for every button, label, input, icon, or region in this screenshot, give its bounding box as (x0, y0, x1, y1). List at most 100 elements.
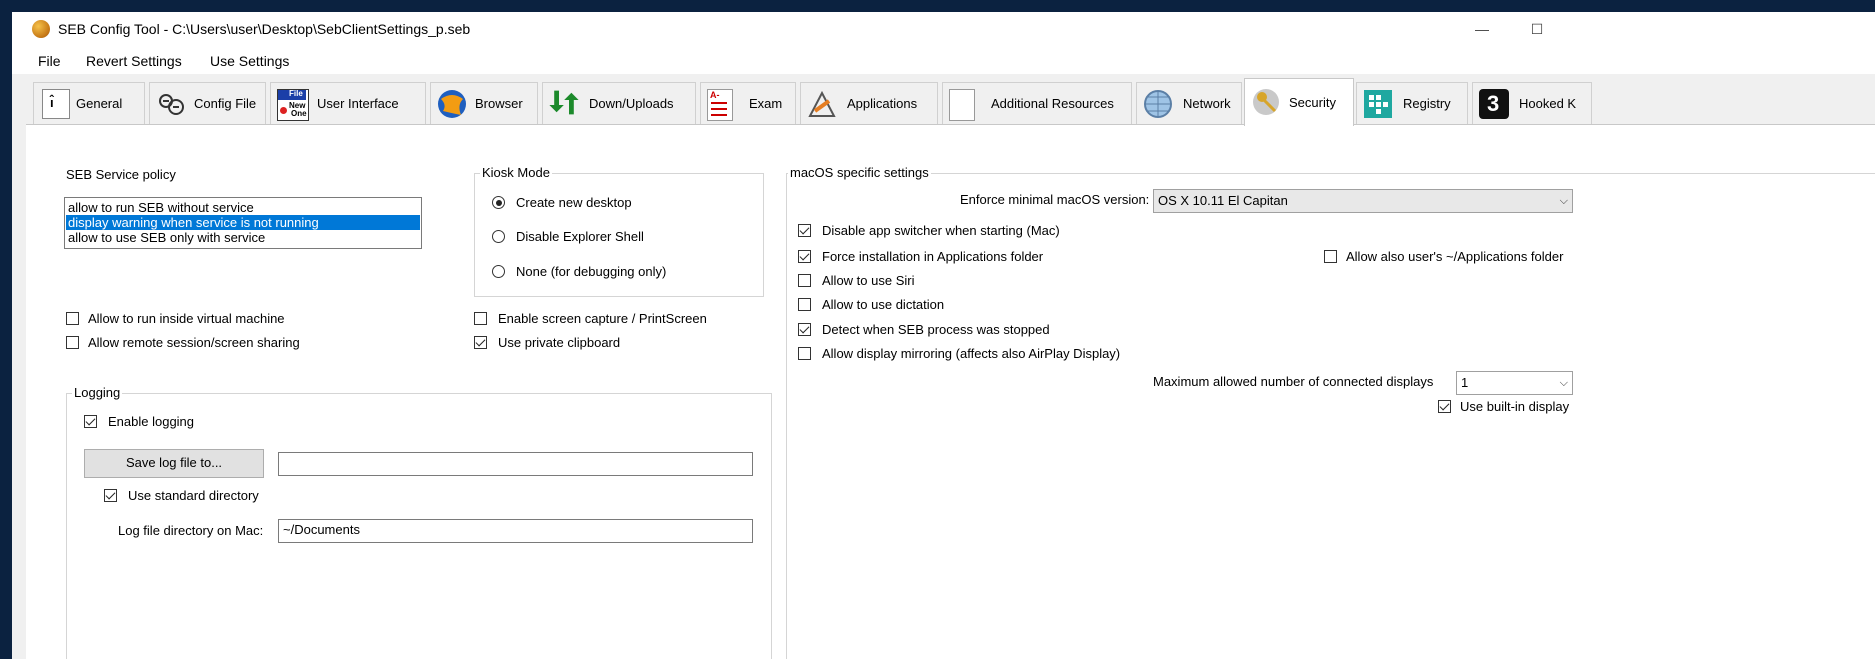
chevron-down-icon: ⌵ (1559, 195, 1568, 207)
max-displays-label: Maximum allowed number of connected disp… (1153, 374, 1434, 389)
kiosk-mode-title: Kiosk Mode (480, 165, 552, 180)
hooked-keys-icon: 3 (1479, 89, 1509, 119)
tab-browser[interactable]: Browser (430, 82, 538, 124)
tab-browser-label: Browser (475, 96, 523, 111)
screen-capture-label: Enable screen capture / PrintScreen (498, 311, 707, 326)
siri-label: Allow to use Siri (822, 273, 915, 288)
minimize-button[interactable]: — (1462, 18, 1502, 40)
tab-hooked-keys[interactable]: 3 Hooked K (1472, 82, 1592, 124)
kiosk-none-radio[interactable] (492, 265, 505, 278)
network-globe-icon (1144, 90, 1172, 118)
detect-stopped-label: Detect when SEB process was stopped (822, 322, 1050, 337)
kiosk-disable-explorer-label: Disable Explorer Shell (516, 229, 644, 244)
screen-capture-checkbox[interactable] (474, 312, 487, 325)
tab-down-uploads-label: Down/Uploads (589, 96, 674, 111)
tab-config-file-label: Config File (194, 96, 257, 111)
display-mirroring-checkbox[interactable] (798, 347, 811, 360)
config-file-icon (159, 94, 184, 115)
siri-checkbox[interactable] (798, 274, 811, 287)
menu-use-settings[interactable]: Use Settings (210, 53, 289, 69)
general-icon: ı̂ (42, 89, 70, 119)
down-up-arrows-icon (549, 90, 579, 115)
window-title: SEB Config Tool - C:\Users\user\Desktop\… (58, 21, 471, 37)
kiosk-create-desktop-radio[interactable] (492, 196, 505, 209)
tab-security-label: Security (1289, 95, 1336, 110)
min-macos-version-select[interactable]: OS X 10.11 El Capitan ⌵ (1153, 189, 1573, 213)
display-mirroring-label: Allow display mirroring (affects also Ai… (822, 346, 1121, 361)
ui-icon-bot: One (291, 109, 307, 118)
service-policy-listbox[interactable]: allow to run SEB without service display… (64, 197, 422, 249)
enable-logging-label: Enable logging (108, 414, 195, 429)
force-install-checkbox[interactable] (798, 250, 811, 263)
min-version-label: Enforce minimal macOS version: (960, 192, 1150, 207)
app-switcher-checkbox[interactable] (798, 224, 811, 237)
tab-exam-label: Exam (749, 96, 783, 111)
chevron-down-icon: ⌵ (1559, 377, 1568, 389)
virtual-machine-label: Allow to run inside virtual machine (88, 311, 285, 326)
tab-registry[interactable]: Registry (1356, 82, 1468, 124)
ui-icon-top: File (289, 89, 303, 98)
service-policy-title: SEB Service policy (66, 167, 176, 182)
user-apps-folder-checkbox[interactable] (1324, 250, 1337, 263)
kiosk-disable-explorer-radio[interactable] (492, 230, 505, 243)
standard-directory-label: Use standard directory (128, 488, 259, 503)
tab-additional-resources[interactable]: Additional Resources (942, 82, 1132, 124)
tab-registry-label: Registry (1403, 96, 1451, 111)
detect-stopped-checkbox[interactable] (798, 323, 811, 336)
menu-file[interactable]: File (38, 53, 61, 69)
remote-session-checkbox[interactable] (66, 336, 79, 349)
service-policy-option-selected[interactable]: display warning when service is not runn… (66, 215, 420, 230)
max-displays-select[interactable]: 1 ⌵ (1456, 371, 1573, 395)
tab-applications-label: Applications (847, 96, 918, 111)
tab-hooked-keys-label: Hooked K (1519, 96, 1577, 111)
security-keys-icon (1253, 89, 1279, 115)
mac-log-dir-label: Log file directory on Mac: (118, 523, 264, 538)
tab-exam[interactable]: A- Exam (700, 82, 796, 124)
tab-security[interactable]: Security (1244, 78, 1354, 126)
maximize-button[interactable]: ☐ (1517, 18, 1557, 40)
tab-down-uploads[interactable]: Down/Uploads (542, 82, 696, 124)
kiosk-none-label: None (for debugging only) (516, 264, 667, 279)
document-icon (949, 89, 975, 121)
menu-revert-settings[interactable]: Revert Settings (86, 53, 182, 69)
log-file-path-input[interactable] (278, 452, 753, 476)
exam-icon-grade: A- (710, 90, 720, 100)
tab-user-interface[interactable]: File New One User Interface (270, 82, 426, 124)
registry-icon (1364, 90, 1392, 118)
builtin-display-label: Use built-in display (1460, 399, 1570, 414)
enable-logging-checkbox[interactable] (84, 415, 97, 428)
min-version-value: OS X 10.11 El Capitan (1158, 193, 1288, 208)
user-apps-folder-label: Allow also user's ~/Applications folder (1346, 249, 1564, 264)
force-install-label: Force installation in Applications folde… (822, 249, 1044, 264)
tab-user-interface-label: User Interface (317, 96, 399, 111)
tab-config-file[interactable]: Config File (149, 82, 266, 124)
hooked-icon-glyph: 3 (1487, 91, 1500, 116)
remote-session-label: Allow remote session/screen sharing (88, 335, 300, 350)
standard-directory-checkbox[interactable] (104, 489, 117, 502)
dictation-checkbox[interactable] (798, 298, 811, 311)
exam-sheet-icon: A- (707, 89, 733, 121)
save-log-file-button[interactable]: Save log file to... (84, 449, 264, 478)
service-policy-option[interactable]: allow to run SEB without service (66, 200, 420, 215)
private-clipboard-checkbox[interactable] (474, 336, 487, 349)
seb-config-window: SEB Config Tool - C:\Users\user\Desktop\… (12, 12, 1875, 659)
security-tab-content: SEB Service policy allow to run SEB with… (26, 124, 1875, 659)
applications-icon (808, 90, 836, 117)
service-policy-option[interactable]: allow to use SEB only with service (66, 230, 420, 245)
virtual-machine-checkbox[interactable] (66, 312, 79, 325)
tab-general[interactable]: ı̂ General (33, 82, 145, 124)
macos-settings-title: macOS specific settings (788, 165, 931, 180)
browser-globe-icon (438, 90, 466, 118)
tab-network-label: Network (1183, 96, 1231, 111)
max-displays-value: 1 (1461, 375, 1469, 390)
title-bar: SEB Config Tool - C:\Users\user\Desktop\… (12, 12, 1875, 46)
kiosk-create-desktop-label: Create new desktop (516, 195, 632, 210)
builtin-display-checkbox[interactable] (1438, 400, 1451, 413)
general-icon-glyph: ı̂ (50, 95, 54, 110)
tab-network[interactable]: Network (1136, 82, 1242, 124)
mac-log-dir-input[interactable]: ~/Documents (278, 519, 753, 543)
logging-title: Logging (72, 385, 123, 400)
tab-applications[interactable]: Applications (800, 82, 938, 124)
app-switcher-label: Disable app switcher when starting (Mac) (822, 223, 1060, 238)
dictation-label: Allow to use dictation (822, 297, 945, 312)
